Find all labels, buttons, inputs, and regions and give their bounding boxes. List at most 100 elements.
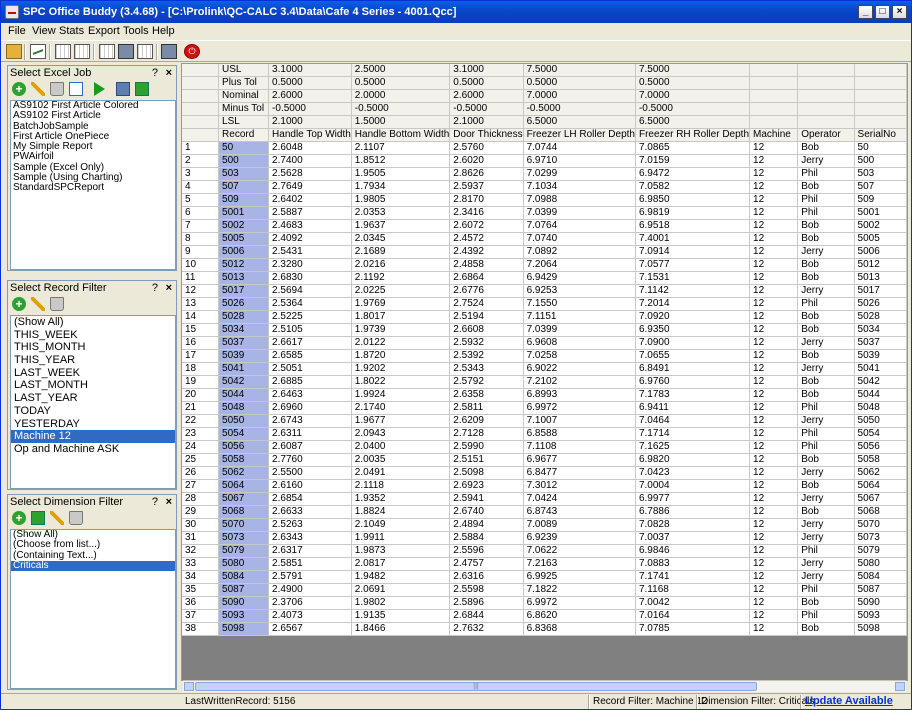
data-cell[interactable]: 12: [749, 297, 799, 312]
list-item[interactable]: THIS_WEEK: [11, 329, 175, 342]
data-cell[interactable]: 12: [749, 258, 799, 273]
data-cell[interactable]: 2.5225: [268, 310, 352, 325]
add-from-list-icon[interactable]: [31, 511, 45, 525]
table-row[interactable]: 34 5084 2.5791 1.9482 2.6316 6.9925 7.1741 12 Je…: [182, 570, 907, 585]
row-number[interactable]: 6: [182, 206, 220, 221]
row-number[interactable]: 30: [182, 518, 220, 533]
data-cell[interactable]: 12: [749, 362, 799, 377]
data-cell[interactable]: 5039: [854, 349, 907, 364]
table-row[interactable]: 9 5006 2.5431 2.1689 2.4392 7.0892 7.0914 12 Jer…: [182, 245, 907, 260]
data-cell[interactable]: 2.6776: [449, 284, 524, 299]
row-number[interactable]: 33: [182, 557, 220, 572]
data-cell[interactable]: 2.6311: [268, 427, 352, 442]
table-row[interactable]: 14 5028 2.5225 1.8017 2.5194 7.1151 7.0920 12 Bo…: [182, 310, 907, 325]
table-row[interactable]: 8 5005 2.4092 2.0345 2.4572 7.0740 7.4001 12 Bob…: [182, 232, 907, 247]
record-cell[interactable]: 500: [218, 154, 270, 169]
download-icon[interactable]: [116, 82, 130, 96]
delete-icon[interactable]: [50, 82, 64, 96]
row-number[interactable]: 15: [182, 323, 220, 338]
data-cell[interactable]: 7.0622: [523, 544, 636, 559]
data-cell[interactable]: 2.5851: [268, 557, 352, 572]
record-cell[interactable]: 5073: [218, 531, 270, 546]
data-cell[interactable]: 2.4073: [268, 609, 352, 624]
row-number[interactable]: 26: [182, 466, 220, 481]
table-row[interactable]: 3 503 2.5628 1.9505 2.8626 7.0299 6.9472 12 Phil…: [182, 167, 907, 182]
copy-icon[interactable]: [69, 82, 83, 96]
update-available-link[interactable]: Update Available: [805, 695, 893, 707]
data-cell[interactable]: 7.1741: [635, 570, 751, 585]
table-row[interactable]: 24 5056 2.6087 2.0400 2.5990 7.1108 7.1625 12 Ph…: [182, 440, 907, 455]
column-header[interactable]: Handle Top Width: [268, 128, 352, 143]
data-cell[interactable]: Bob: [797, 271, 855, 286]
row-number[interactable]: 37: [182, 609, 220, 624]
data-cell[interactable]: 12: [749, 492, 799, 507]
data-cell[interactable]: 7.1550: [523, 297, 636, 312]
help-icon[interactable]: ?: [152, 66, 158, 80]
data-cell[interactable]: 6.9608: [523, 336, 636, 351]
data-cell[interactable]: 12: [749, 505, 799, 520]
menu-view[interactable]: View: [32, 25, 56, 37]
data-cell[interactable]: 2.8170: [449, 193, 524, 208]
data-cell[interactable]: 5017: [854, 284, 907, 299]
data-cell[interactable]: 5050: [854, 414, 907, 429]
data-cell[interactable]: 5048: [854, 401, 907, 416]
data-cell[interactable]: Bob: [797, 258, 855, 273]
data-cell[interactable]: 2.5263: [268, 518, 352, 533]
data-cell[interactable]: 12: [749, 479, 799, 494]
table-row[interactable]: 4 507 2.7649 1.7934 2.5937 7.1034 7.0582 12 Bob 5…: [182, 180, 907, 195]
record-cell[interactable]: 5005: [218, 232, 270, 247]
list-item[interactable]: Op and Machine ASK: [11, 443, 175, 456]
data-cell[interactable]: 2.5151: [449, 453, 524, 468]
row-number[interactable]: 19: [182, 375, 220, 390]
data-cell[interactable]: 6.9972: [523, 596, 636, 611]
data-cell[interactable]: 12: [749, 154, 799, 169]
spec-cell[interactable]: -0.5000: [449, 102, 524, 117]
row-number[interactable]: 14: [182, 310, 220, 325]
data-cell[interactable]: 12: [749, 414, 799, 429]
close-icon[interactable]: ×: [166, 66, 172, 80]
data-cell[interactable]: 7.1625: [635, 440, 751, 455]
data-cell[interactable]: 7.0424: [523, 492, 636, 507]
scroll-left-arrow-icon[interactable]: [184, 682, 194, 691]
record-cell[interactable]: 5079: [218, 544, 270, 559]
data-cell[interactable]: 12: [749, 284, 799, 299]
data-cell[interactable]: 7.0399: [523, 206, 636, 221]
spec-cell[interactable]: 2.5000: [351, 64, 451, 78]
edit-icon[interactable]: [50, 511, 64, 525]
data-cell[interactable]: 2.0345: [351, 232, 451, 247]
spec-cell[interactable]: 0.5000: [351, 76, 451, 91]
data-cell[interactable]: 7.1108: [523, 440, 636, 455]
data-cell[interactable]: 2.1107: [351, 141, 451, 156]
data-cell[interactable]: Phil: [797, 427, 855, 442]
data-cell[interactable]: 6.9846: [635, 544, 751, 559]
data-cell[interactable]: Jerry: [797, 362, 855, 377]
data-cell[interactable]: 12: [749, 271, 799, 286]
row-number[interactable]: 12: [182, 284, 220, 299]
data-cell[interactable]: 5042: [854, 375, 907, 390]
row-number[interactable]: 1: [182, 141, 220, 156]
data-cell[interactable]: 6.9972: [523, 401, 636, 416]
data-cell[interactable]: 2.5884: [449, 531, 524, 546]
data-cell[interactable]: 7.2163: [523, 557, 636, 572]
row-number[interactable]: 10: [182, 258, 220, 273]
data-cell[interactable]: 1.8824: [351, 505, 451, 520]
data-cell[interactable]: 2.6864: [449, 271, 524, 286]
record-cell[interactable]: 50: [218, 141, 270, 156]
data-cell[interactable]: 2.5792: [449, 375, 524, 390]
menu-file[interactable]: File: [8, 25, 26, 37]
row-number[interactable]: 23: [182, 427, 220, 442]
record-cell[interactable]: 5058: [218, 453, 270, 468]
spec-cell[interactable]: 2.1000: [268, 115, 352, 130]
list-item[interactable]: THIS_MONTH: [11, 341, 175, 354]
data-cell[interactable]: 2.3280: [268, 258, 352, 273]
data-cell[interactable]: Bob: [797, 349, 855, 364]
data-cell[interactable]: 7.2064: [523, 258, 636, 273]
data-cell[interactable]: 12: [749, 453, 799, 468]
data-cell[interactable]: 6.8477: [523, 466, 636, 481]
delete-icon[interactable]: [50, 297, 64, 311]
record-cell[interactable]: 5064: [218, 479, 270, 494]
data-cell[interactable]: 12: [749, 193, 799, 208]
data-cell[interactable]: 507: [854, 180, 907, 195]
row-number[interactable]: 31: [182, 531, 220, 546]
table-row[interactable]: 23 5054 2.6311 2.0943 2.7128 6.8588 7.1714 12 Ph…: [182, 427, 907, 442]
